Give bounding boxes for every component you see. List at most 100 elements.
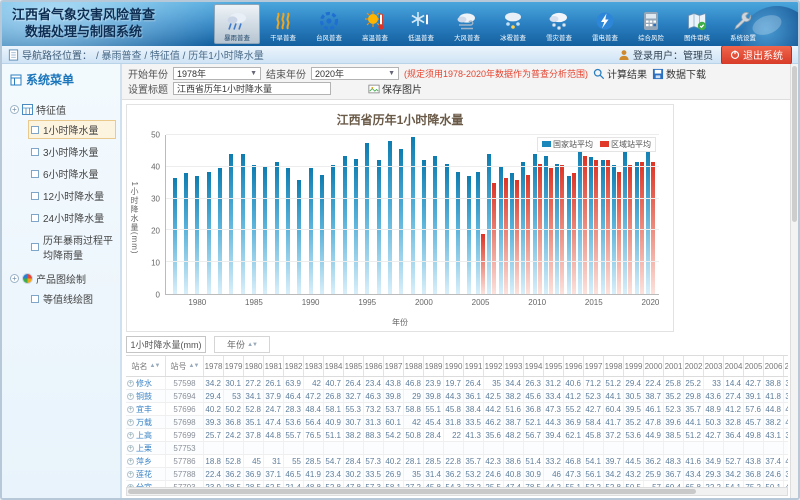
year-col-header[interactable]: 1985: [344, 356, 364, 376]
user-info: 登录用户：管理员: [618, 47, 713, 62]
year-col-header[interactable]: 1991: [464, 356, 484, 376]
table-horizontal-scrollbar[interactable]: [126, 487, 788, 496]
station-name-cell[interactable]: 上高: [126, 429, 166, 441]
expand-icon[interactable]: [127, 406, 134, 413]
year-col-header[interactable]: 1999: [624, 356, 644, 376]
checkbox-icon[interactable]: [31, 126, 39, 134]
checkbox-icon[interactable]: [31, 148, 39, 156]
tree-item[interactable]: 等值线绘图: [28, 289, 116, 308]
scrollbar-thumb[interactable]: [792, 66, 797, 222]
station-name-cell[interactable]: 上栗: [126, 442, 166, 454]
year-col-header[interactable]: 2007: [784, 356, 788, 376]
bar-group-2001: [430, 135, 441, 294]
station-name-cell[interactable]: 万载: [126, 416, 166, 428]
nav-item-snow-cloud[interactable]: 雪灾普查: [536, 4, 582, 44]
year-col-header[interactable]: 1979: [224, 356, 244, 376]
year-col-header[interactable]: 1994: [524, 356, 544, 376]
nav-item-map-check[interactable]: 图件审核: [674, 4, 720, 44]
legend-item[interactable]: 国家站平均: [542, 139, 593, 150]
tree-item[interactable]: 历年暴雨过程平均降雨量: [28, 230, 116, 264]
content-vertical-scrollbar[interactable]: [790, 64, 798, 498]
year-col-header[interactable]: 1987: [384, 356, 404, 376]
chart-title-input[interactable]: [173, 82, 331, 95]
year-col-header[interactable]: 1995: [544, 356, 564, 376]
expand-icon[interactable]: [127, 471, 134, 478]
tree-group-0[interactable]: 特征值: [10, 102, 116, 117]
checkbox-icon[interactable]: [31, 214, 39, 222]
table-row: 上高5769925.724.237.844.855.776.551.138.28…: [126, 429, 788, 442]
chart-legend[interactable]: 国家站平均区域站平均: [537, 137, 656, 152]
tree-item[interactable]: 24小时降水量: [28, 208, 116, 227]
scrollbar-thumb[interactable]: [128, 489, 696, 494]
year-col-header[interactable]: 2002: [684, 356, 704, 376]
expand-icon[interactable]: [127, 419, 134, 426]
year-col-header[interactable]: 2003: [704, 356, 724, 376]
logout-button[interactable]: 退出系统: [721, 45, 792, 65]
year-col-header[interactable]: 1988: [404, 356, 424, 376]
year-col-header[interactable]: 1983: [304, 356, 324, 376]
year-col-header[interactable]: 1984: [324, 356, 344, 376]
year-col-header[interactable]: 1992: [484, 356, 504, 376]
nav-item-wind-cloud[interactable]: 大风普查: [444, 4, 490, 44]
nav-item-calculator[interactable]: 综合风险: [628, 4, 674, 44]
expand-icon[interactable]: [127, 458, 134, 465]
year-col-header[interactable]: 1996: [564, 356, 584, 376]
calculate-button[interactable]: 计算结果: [593, 66, 647, 81]
checkbox-icon[interactable]: [31, 192, 39, 200]
year-sort-header[interactable]: 年份 ▲▼: [214, 336, 270, 353]
tree-item[interactable]: 1小时降水量: [28, 120, 116, 139]
value-cell: 54.2: [384, 429, 404, 441]
checkbox-icon[interactable]: [31, 243, 39, 251]
tree-group-1[interactable]: 产品图绘制: [10, 271, 116, 286]
station-name-cell[interactable]: 莲花: [126, 468, 166, 480]
expand-icon[interactable]: [127, 445, 134, 452]
year-col-header[interactable]: 1989: [424, 356, 444, 376]
station-name-cell[interactable]: 修水: [126, 377, 166, 389]
station-col-header[interactable]: 站名▲▼: [126, 356, 166, 376]
end-year-select[interactable]: 2020年▼: [311, 67, 399, 80]
nav-item-hail[interactable]: 冰雹普查: [490, 4, 536, 44]
nav-item-sun-thermo[interactable]: 高温普查: [352, 4, 398, 44]
year-col-header[interactable]: 1978: [204, 356, 224, 376]
year-col-header[interactable]: 1998: [604, 356, 624, 376]
year-col-header[interactable]: 1997: [584, 356, 604, 376]
year-col-header[interactable]: 2005: [744, 356, 764, 376]
checkbox-icon[interactable]: [31, 170, 39, 178]
year-col-header[interactable]: 2000: [644, 356, 664, 376]
expand-icon[interactable]: [127, 432, 134, 439]
year-col-header[interactable]: 1993: [504, 356, 524, 376]
download-button[interactable]: 数据下载: [652, 66, 706, 81]
value-cell: 49.8: [744, 429, 764, 441]
station-name-cell[interactable]: 萍乡: [126, 455, 166, 467]
year-col-header[interactable]: 1981: [264, 356, 284, 376]
bar-national: [309, 168, 313, 294]
station-name-cell[interactable]: 宜丰: [126, 403, 166, 415]
nav-item-typhoon[interactable]: 台风普查: [306, 4, 352, 44]
checkbox-icon[interactable]: [31, 295, 39, 303]
save-image-button[interactable]: 保存图片: [368, 81, 422, 96]
nav-item-heat[interactable]: 干旱普查: [260, 4, 306, 44]
tree-item[interactable]: 3小时降水量: [28, 142, 116, 161]
expand-icon[interactable]: [10, 274, 19, 283]
bar-group-2018: [622, 135, 633, 294]
year-col-header[interactable]: 1990: [444, 356, 464, 376]
legend-item[interactable]: 区域站平均: [600, 139, 651, 150]
nav-item-rain-cloud[interactable]: 暴雨普查: [214, 4, 260, 44]
tree-item[interactable]: 6小时降水量: [28, 164, 116, 183]
expand-icon[interactable]: [127, 393, 134, 400]
year-col-header[interactable]: 2004: [724, 356, 744, 376]
nav-item-cold-thermo[interactable]: 低温普查: [398, 4, 444, 44]
station-id-col-header[interactable]: 站号▲▼: [166, 356, 204, 376]
expand-icon[interactable]: [127, 380, 134, 387]
expand-icon[interactable]: [10, 105, 19, 114]
year-col-header[interactable]: 2001: [664, 356, 684, 376]
tree-item[interactable]: 12小时降水量: [28, 186, 116, 205]
station-name-cell[interactable]: 铜鼓: [126, 390, 166, 402]
year-col-header[interactable]: 1986: [364, 356, 384, 376]
year-col-header[interactable]: 2006: [764, 356, 784, 376]
nav-item-lightning[interactable]: 雷电普查: [582, 4, 628, 44]
start-year-select[interactable]: 1978年▼: [173, 67, 261, 80]
year-col-header[interactable]: 1980: [244, 356, 264, 376]
nav-item-wrench[interactable]: 系统设置: [720, 4, 766, 44]
year-col-header[interactable]: 1982: [284, 356, 304, 376]
